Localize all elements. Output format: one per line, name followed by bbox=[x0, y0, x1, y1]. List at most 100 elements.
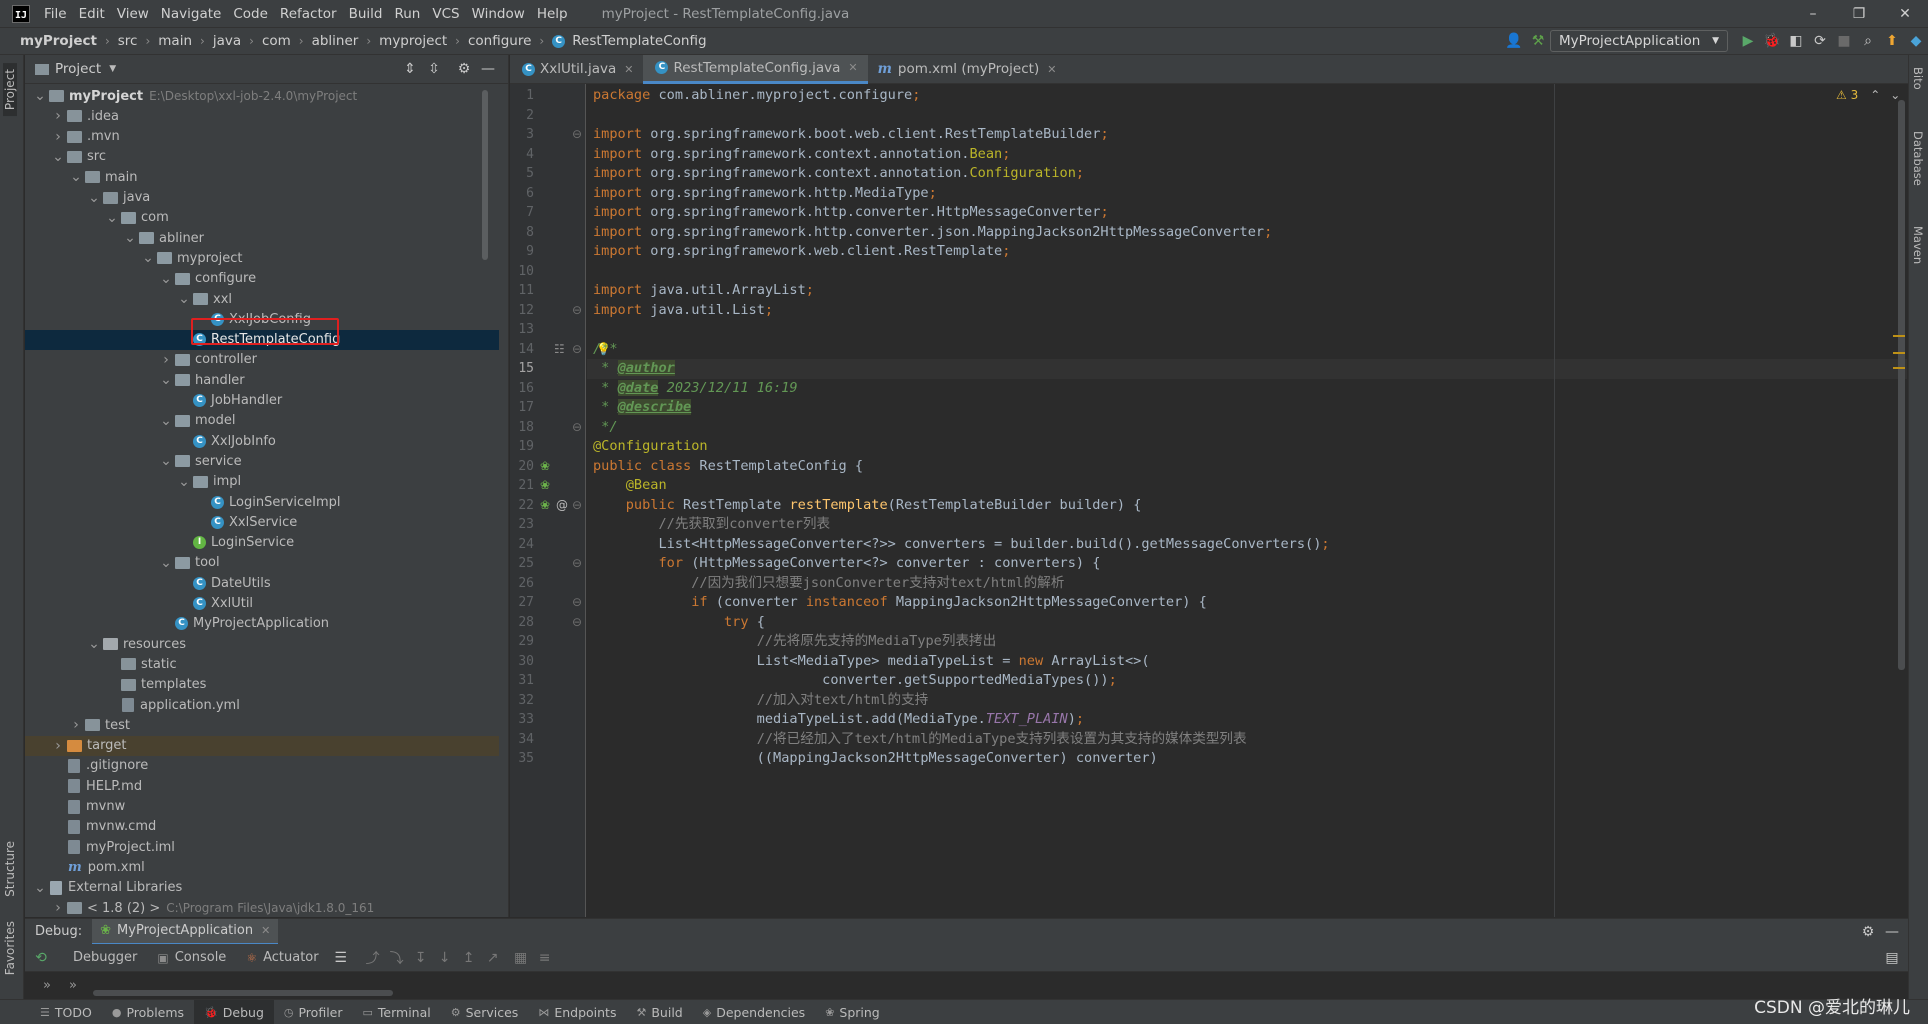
menu-window[interactable]: Window bbox=[466, 0, 531, 28]
build-hammer-icon[interactable]: ⚒ bbox=[1526, 29, 1550, 53]
update-icon[interactable]: ⬆ bbox=[1880, 29, 1904, 53]
tree-item[interactable]: ⌄ resources bbox=[25, 634, 499, 654]
tree-item[interactable]: › .mvn bbox=[25, 127, 499, 147]
tree-item[interactable]: C XxlService bbox=[25, 512, 499, 532]
chevron-down-icon[interactable]: ⌄ bbox=[159, 372, 173, 388]
database-tool-tab[interactable]: Database bbox=[1911, 125, 1925, 192]
stop-icon[interactable]: ■ bbox=[1832, 29, 1856, 53]
chevron-down-icon[interactable]: ⌄ bbox=[33, 880, 47, 896]
menu-navigate[interactable]: Navigate bbox=[155, 0, 228, 28]
fold-icon[interactable]: ⊖ bbox=[572, 125, 582, 145]
code-editor[interactable]: package com.abliner.myproject.configure;… bbox=[587, 84, 1907, 917]
tree-item[interactable]: ⌄ configure bbox=[25, 269, 499, 289]
tree-item[interactable]: mvnw.cmd bbox=[25, 817, 499, 837]
chevron-down-icon[interactable]: ⌄ bbox=[87, 190, 101, 206]
error-stripe-mark[interactable] bbox=[1893, 352, 1905, 354]
chevron-right-icon[interactable]: › bbox=[51, 129, 65, 145]
menu-build[interactable]: Build bbox=[343, 0, 389, 28]
chevron-right-icon[interactable]: › bbox=[159, 352, 173, 368]
close-icon[interactable]: ✕ bbox=[261, 924, 270, 937]
plugin-icon[interactable]: ◆ bbox=[1904, 29, 1928, 53]
trace-icon[interactable]: ≡ bbox=[533, 946, 557, 970]
gear-icon[interactable]: ⚙ bbox=[1856, 920, 1880, 944]
editor-scrollbar[interactable] bbox=[1898, 100, 1905, 670]
error-stripe-mark[interactable] bbox=[1893, 335, 1905, 337]
menu-run[interactable]: Run bbox=[388, 0, 426, 28]
menu-code[interactable]: Code bbox=[227, 0, 274, 28]
chevron-down-icon[interactable]: ⌄ bbox=[159, 271, 173, 287]
run-to-cursor-icon[interactable]: ↗ bbox=[481, 946, 505, 970]
menu-refactor[interactable]: Refactor bbox=[274, 0, 343, 28]
chevron-right-icon[interactable]: › bbox=[51, 738, 65, 754]
breadcrumb-item[interactable]: com bbox=[260, 33, 293, 49]
user-icon[interactable]: 👤 bbox=[1502, 29, 1526, 53]
toolwindow-spring[interactable]: ❀ Spring bbox=[815, 1000, 890, 1024]
spring-bean-gutter-icon[interactable]: ❀ bbox=[540, 496, 550, 516]
chevron-down-icon[interactable]: ⌄ bbox=[105, 210, 119, 226]
chevron-down-icon[interactable]: ⌄ bbox=[159, 453, 173, 469]
close-icon[interactable]: ✕ bbox=[848, 61, 857, 74]
force-step-into-icon[interactable]: ↓ bbox=[433, 946, 457, 970]
breadcrumb-item[interactable]: src bbox=[116, 33, 140, 49]
breadcrumb-item[interactable]: myproject bbox=[377, 33, 449, 49]
tree-item[interactable]: myProject.iml bbox=[25, 837, 499, 857]
step-out-icon[interactable]: ↥ bbox=[457, 946, 481, 970]
tree-item[interactable]: ⌄ main bbox=[25, 167, 499, 187]
tree-item[interactable]: application.yml bbox=[25, 695, 499, 715]
close-icon[interactable]: ✕ bbox=[624, 63, 633, 76]
fold-icon[interactable]: ⊖ bbox=[572, 301, 582, 321]
tree-item[interactable]: › target bbox=[25, 735, 499, 756]
menu-icon[interactable]: ☰ bbox=[329, 946, 353, 970]
breadcrumb-item[interactable]: configure bbox=[466, 33, 533, 49]
menu-edit[interactable]: Edit bbox=[73, 0, 111, 28]
chevron-down-icon[interactable]: ⌄ bbox=[87, 636, 101, 652]
menu-vcs[interactable]: VCS bbox=[426, 0, 465, 28]
chevron-down-icon[interactable]: ⌄ bbox=[33, 88, 47, 104]
breadcrumb-item[interactable]: main bbox=[156, 33, 194, 49]
run-icon[interactable]: ▶ bbox=[1736, 29, 1760, 53]
fold-icon[interactable]: ⊖ bbox=[572, 613, 582, 633]
breadcrumb-item[interactable]: myProject bbox=[18, 33, 99, 49]
debug-icon[interactable]: 🐞 bbox=[1760, 29, 1784, 53]
tree-item[interactable]: ⌄ External Libraries bbox=[25, 878, 499, 898]
toolwindow-endpoints[interactable]: ⋈ Endpoints bbox=[528, 1000, 626, 1024]
breadcrumb-item[interactable]: RestTemplateConfig bbox=[570, 33, 708, 49]
fold-icon[interactable]: ⊖ bbox=[572, 418, 582, 438]
toolwindow-terminal[interactable]: ▭ Terminal bbox=[353, 1000, 441, 1024]
tree-item[interactable]: C XxlJobInfo bbox=[25, 431, 499, 451]
chevron-down-icon[interactable]: ⌄ bbox=[159, 555, 173, 571]
chevron-down-icon[interactable]: ⌄ bbox=[177, 291, 191, 307]
step-into-icon[interactable]: ↧ bbox=[409, 946, 433, 970]
fold-icon[interactable]: ⊖ bbox=[572, 496, 582, 516]
tree-item[interactable]: C LoginServiceImpl bbox=[25, 492, 499, 512]
tree-item[interactable]: HELP.md bbox=[25, 776, 499, 796]
chevron-down-icon[interactable]: ⌄ bbox=[123, 230, 137, 246]
tree-item[interactable]: ⌄ impl bbox=[25, 472, 499, 492]
close-icon[interactable]: ✕ bbox=[1047, 63, 1056, 76]
expand-icon[interactable]: » bbox=[25, 978, 69, 993]
toolwindow-debug[interactable]: 🐞 Debug bbox=[194, 1000, 274, 1024]
tree-item[interactable]: ⌄ java bbox=[25, 188, 499, 208]
restore-button[interactable]: ❐ bbox=[1836, 0, 1882, 28]
editor-tab[interactable]: C XxlUtil.java ✕ bbox=[510, 55, 643, 84]
editor-tab[interactable]: m pom.xml (myProject) ✕ bbox=[868, 55, 1067, 84]
debug-console[interactable]: » » bbox=[25, 972, 1908, 999]
inspection-widget[interactable]: ⚠ 3 ⌃ ⌄ bbox=[1836, 88, 1900, 102]
project-scrollbar[interactable] bbox=[482, 90, 488, 260]
tree-item[interactable]: C XxlUtil bbox=[25, 594, 499, 614]
tree-item[interactable]: .gitignore bbox=[25, 756, 499, 776]
tree-item[interactable]: ⌄ service bbox=[25, 451, 499, 471]
evaluate-icon[interactable]: ▦ bbox=[509, 946, 533, 970]
tree-item[interactable]: I LoginService bbox=[25, 533, 499, 553]
tree-item[interactable]: static bbox=[25, 654, 499, 674]
rerun-icon[interactable]: ⟲ bbox=[29, 946, 53, 970]
bito-tool-tab[interactable]: Bito bbox=[1911, 61, 1925, 96]
tree-item[interactable]: ⌄ com bbox=[25, 208, 499, 228]
tree-item[interactable]: mvnw bbox=[25, 797, 499, 817]
console-horizontal-scrollbar[interactable] bbox=[93, 989, 393, 996]
actuator-tab[interactable]: ⚛ Actuator bbox=[236, 944, 328, 972]
layout-icon[interactable]: ▤ bbox=[1880, 946, 1904, 970]
collapse-all-icon[interactable]: ⇳ bbox=[422, 57, 446, 81]
chevron-right-icon[interactable]: › bbox=[69, 717, 83, 733]
console-tab[interactable]: ▣ Console bbox=[147, 944, 236, 972]
